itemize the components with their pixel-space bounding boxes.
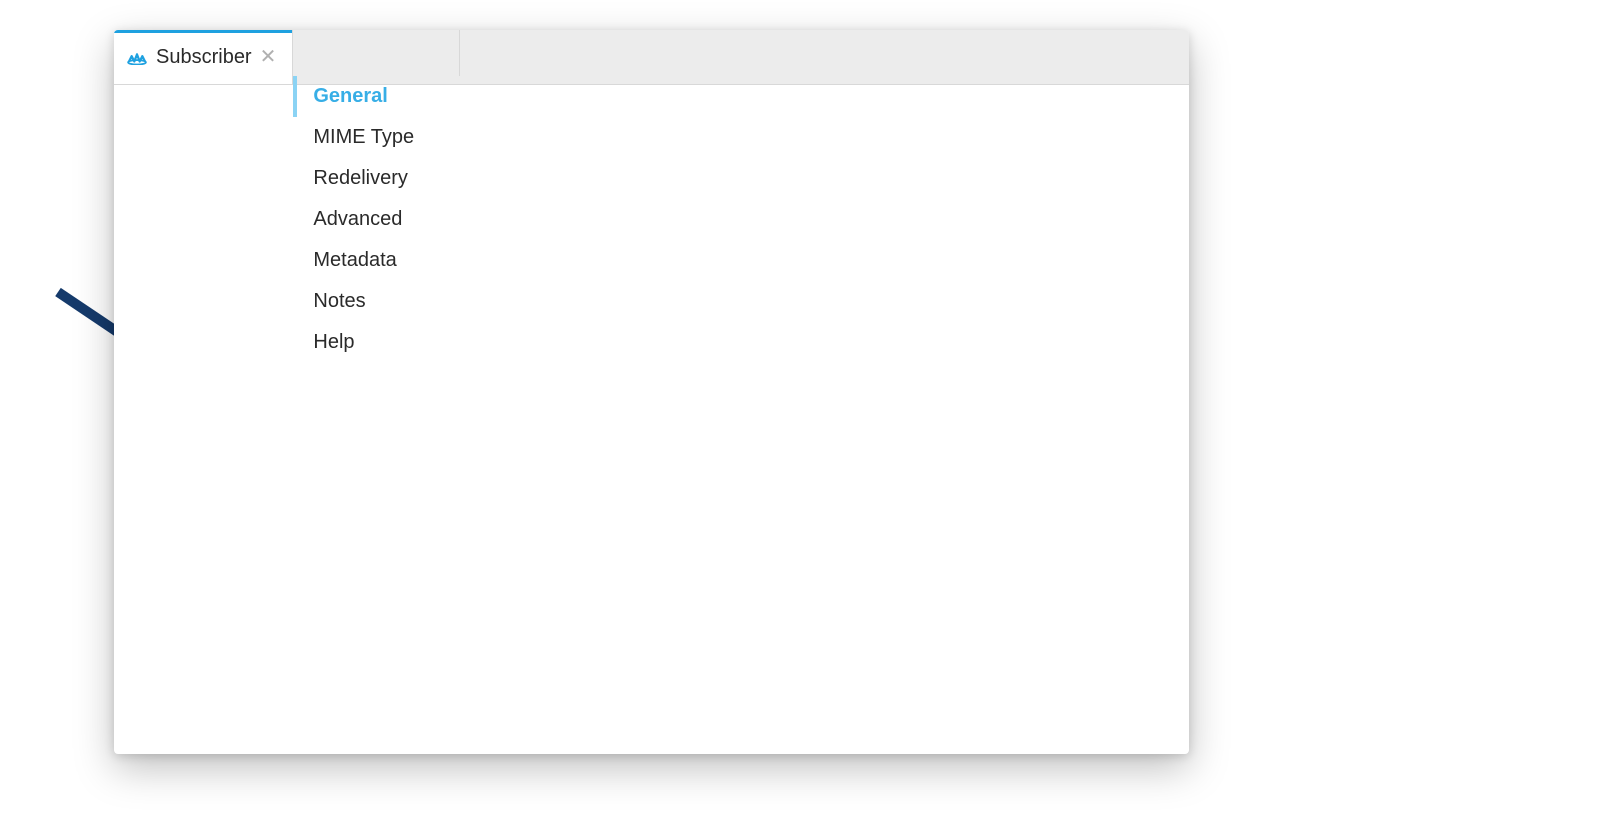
mq-icon bbox=[126, 49, 148, 65]
sidebar-item-metadata[interactable]: Metadata bbox=[293, 240, 459, 281]
tab-subscriber[interactable]: Subscriber ✕ bbox=[114, 30, 293, 84]
sidebar-item-mime-type[interactable]: MIME Type bbox=[293, 117, 459, 158]
sidebar-item-advanced[interactable]: Advanced bbox=[293, 199, 459, 240]
close-icon[interactable]: ✕ bbox=[260, 47, 277, 67]
tab-bar: Subscriber ✕ General MIME Type Redeliver… bbox=[114, 30, 1189, 85]
tab-title: Subscriber bbox=[156, 46, 252, 69]
sidebar-item-notes[interactable]: Notes bbox=[293, 281, 459, 322]
sidebar-item-redelivery[interactable]: Redelivery bbox=[293, 158, 459, 199]
sidebar-item-help[interactable]: Help bbox=[293, 322, 459, 363]
sidebar-item-general[interactable]: General bbox=[293, 76, 459, 117]
content-pane: There are no errors. Display Name: Basic… bbox=[460, 30, 1189, 48]
sidebar: General MIME Type Redelivery Advanced Me… bbox=[293, 30, 460, 76]
editor-window: Subscriber ✕ General MIME Type Redeliver… bbox=[114, 30, 1189, 754]
